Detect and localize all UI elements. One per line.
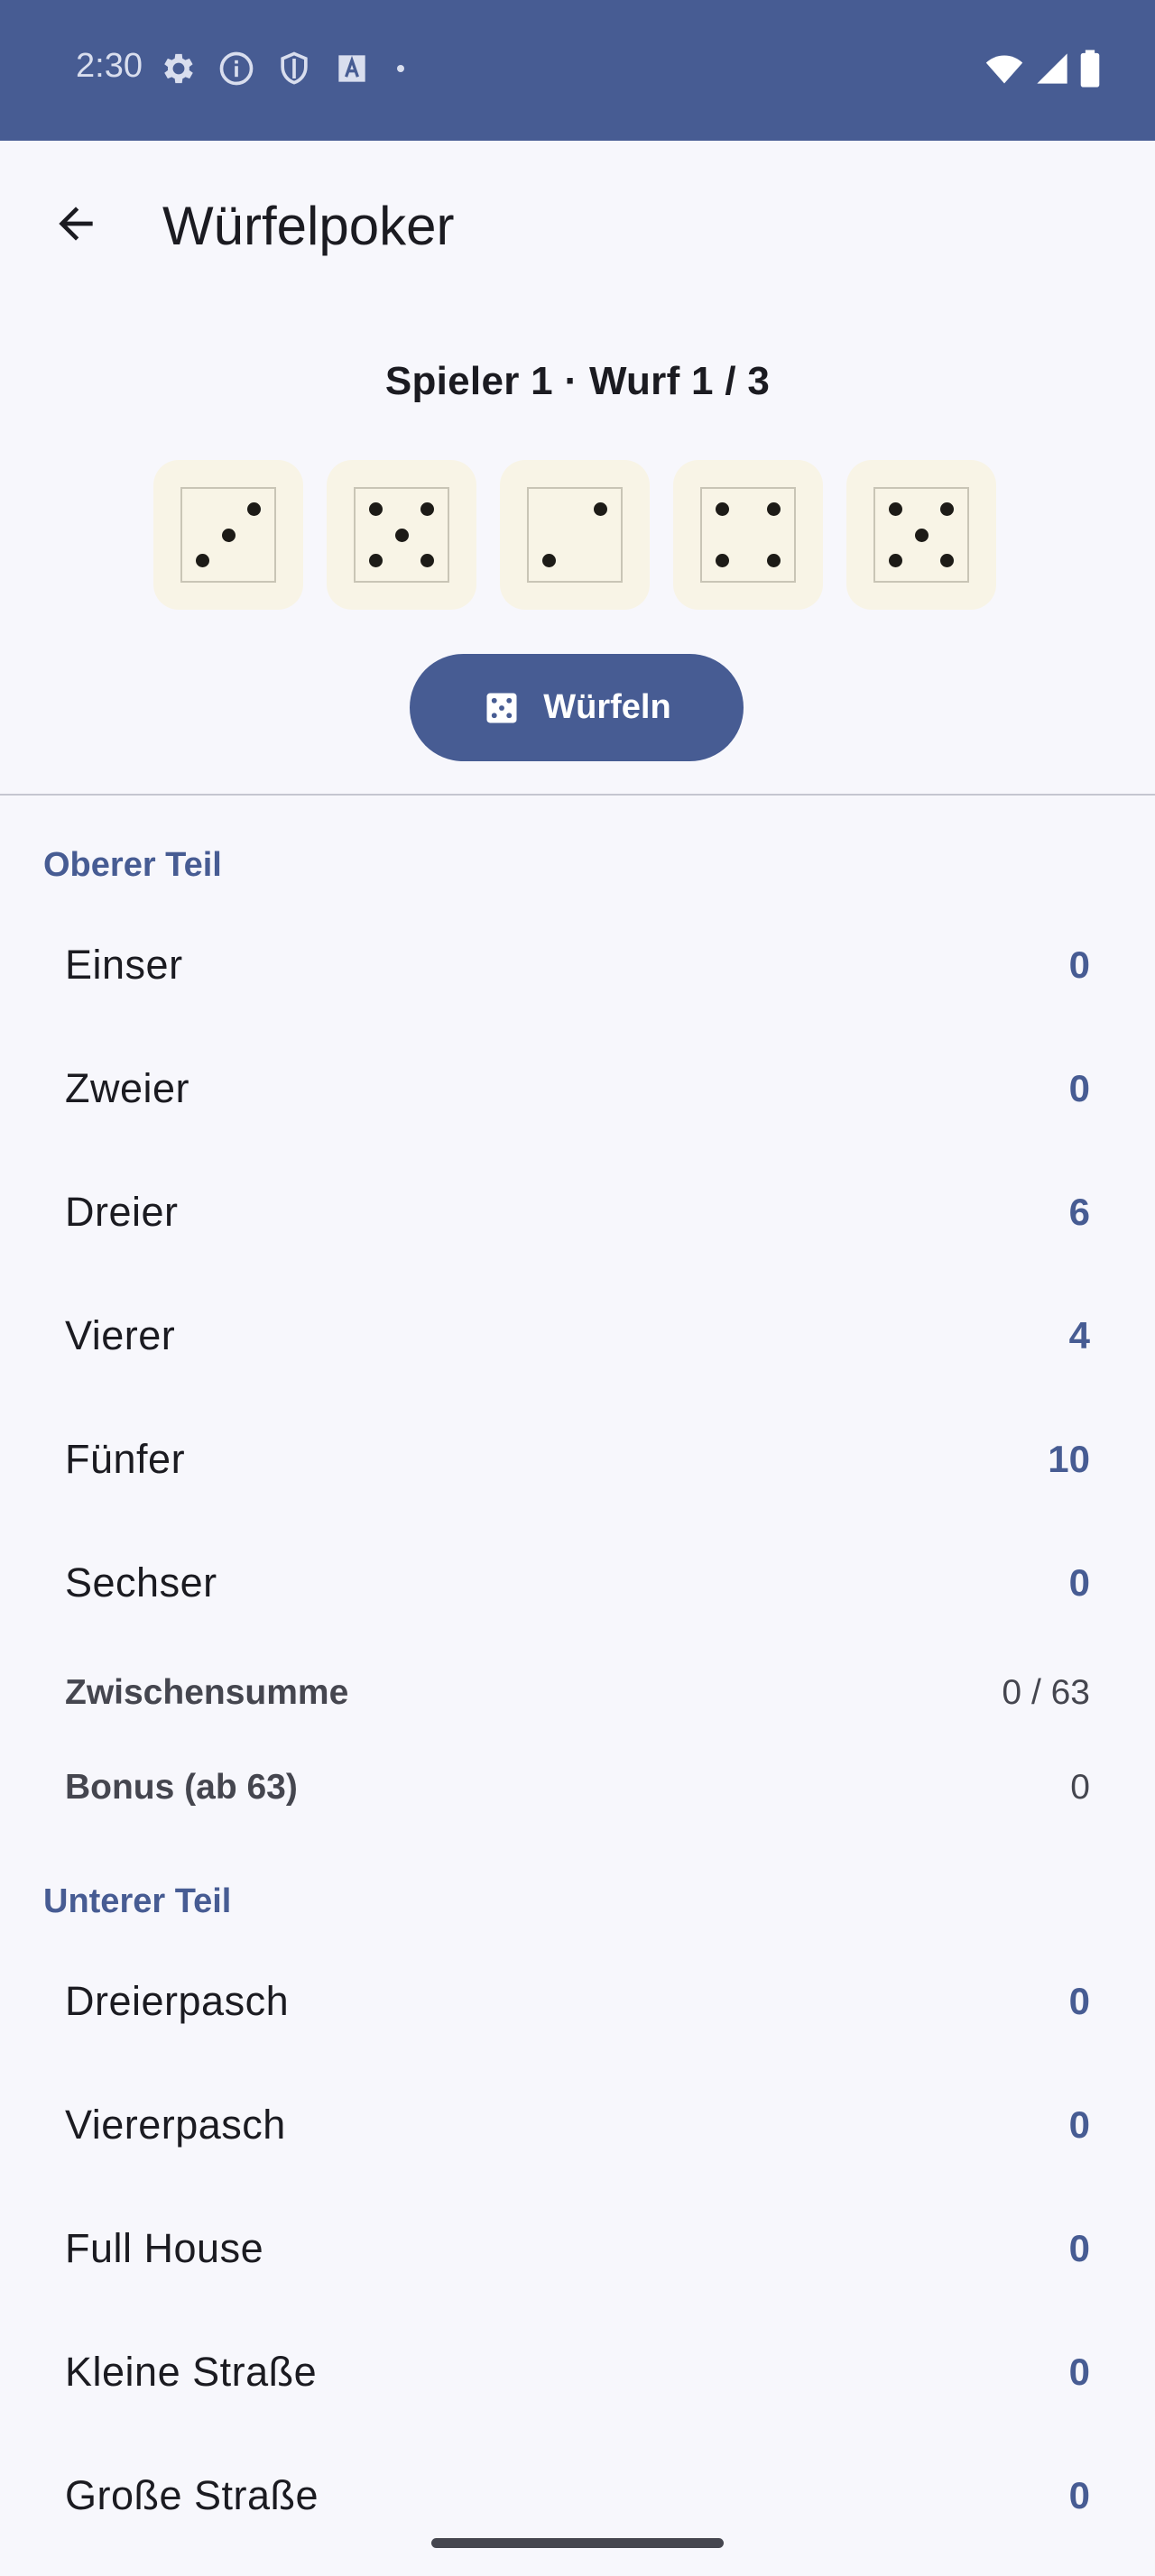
die-pip xyxy=(221,528,236,542)
row-value: 0 xyxy=(1068,943,1090,986)
row-label: Dreierpasch xyxy=(65,1978,290,2024)
die-4[interactable] xyxy=(673,460,823,610)
row-value: 0 xyxy=(1068,1561,1090,1604)
score-row-dreier[interactable]: Dreier 6 xyxy=(65,1163,1090,1262)
row-value: 0 xyxy=(1068,2351,1090,2393)
row-value: 0 xyxy=(1068,2227,1090,2269)
gear-icon xyxy=(164,53,193,84)
roll-dice-button[interactable]: Würfeln xyxy=(410,654,744,761)
subtotal-value: 0 / 63 xyxy=(1002,1673,1090,1712)
status-time: 2:30 xyxy=(76,47,143,85)
row-value: 0 xyxy=(1068,2103,1090,2146)
die-1[interactable] xyxy=(153,460,303,610)
die-face xyxy=(180,487,276,583)
score-row-vierer[interactable]: Vierer 4 xyxy=(65,1286,1090,1385)
die-pip xyxy=(767,554,781,568)
row-value: 10 xyxy=(1048,1438,1090,1480)
row-label: Dreier xyxy=(65,1189,179,1235)
score-row-sechser[interactable]: Sechser 0 xyxy=(65,1533,1090,1633)
row-label: Full House xyxy=(65,2225,264,2271)
row-value: 4 xyxy=(1068,1314,1090,1357)
dice-icon xyxy=(486,693,517,722)
die-5[interactable] xyxy=(846,460,996,610)
row-label: Fünfer xyxy=(65,1436,186,1482)
status-icons xyxy=(159,49,411,88)
bonus-label: Bonus (ab 63) xyxy=(65,1768,298,1807)
score-row-zweier[interactable]: Zweier 0 xyxy=(65,1039,1090,1138)
roll-button-label: Würfeln xyxy=(543,688,671,726)
die-pip xyxy=(420,554,435,568)
divider xyxy=(0,794,1155,796)
signal-icon xyxy=(1037,53,1067,84)
score-row-viererpasch[interactable]: Viererpasch 0 xyxy=(65,2075,1090,2175)
die-pip xyxy=(914,528,929,542)
bonus-value: 0 xyxy=(1070,1768,1090,1807)
dice-row xyxy=(153,460,996,610)
app-bar: Würfelpoker xyxy=(0,141,1155,317)
section-title-lower: Unterer Teil xyxy=(43,1882,232,1920)
battery-icon xyxy=(1080,50,1100,87)
die-pip xyxy=(247,501,262,516)
die-pip xyxy=(541,554,556,568)
arrow-back-icon xyxy=(59,207,93,241)
die-pip xyxy=(888,554,902,568)
status-right xyxy=(984,49,1101,88)
row-label: Viererpasch xyxy=(65,2102,286,2148)
font-a-icon xyxy=(338,55,365,82)
row-label: Kleine Straße xyxy=(65,2349,318,2395)
row-value: 6 xyxy=(1068,1191,1090,1233)
die-face xyxy=(527,487,623,583)
die-pip xyxy=(195,554,209,568)
wifi-icon xyxy=(985,55,1023,84)
score-row-grosse-strasse[interactable]: Große Straße 0 xyxy=(65,2446,1090,2545)
score-row-kleine-strasse[interactable]: Kleine Straße 0 xyxy=(65,2323,1090,2422)
die-pip xyxy=(594,501,608,516)
die-face xyxy=(354,487,449,583)
row-label: Zweier xyxy=(65,1065,190,1111)
die-3[interactable] xyxy=(500,460,650,610)
subtotal-label: Zwischensumme xyxy=(65,1673,349,1712)
back-button[interactable] xyxy=(38,186,114,262)
die-pip xyxy=(888,501,902,516)
die-pip xyxy=(767,501,781,516)
bonus-row: Bonus (ab 63) 0 xyxy=(65,1756,1090,1819)
die-2[interactable] xyxy=(327,460,476,610)
subtotal-row: Zwischensumme 0 / 63 xyxy=(65,1661,1090,1725)
score-row-einser[interactable]: Einser 0 xyxy=(65,915,1090,1015)
dot-icon xyxy=(397,65,404,72)
row-value: 0 xyxy=(1068,1980,1090,2022)
row-label: Große Straße xyxy=(65,2472,319,2518)
die-pip xyxy=(394,528,409,542)
die-pip xyxy=(368,554,383,568)
row-label: Vierer xyxy=(65,1312,176,1358)
status-bar: 2:30 xyxy=(0,0,1155,141)
die-pip xyxy=(940,501,955,516)
row-value: 0 xyxy=(1068,1067,1090,1109)
die-pip xyxy=(715,554,729,568)
die-face xyxy=(873,487,969,583)
page-title: Würfelpoker xyxy=(162,196,455,256)
score-row-fuenfer[interactable]: Fünfer 10 xyxy=(65,1410,1090,1509)
row-label: Sechser xyxy=(65,1559,217,1605)
die-face xyxy=(700,487,796,583)
home-indicator[interactable] xyxy=(431,2538,724,2548)
shield-icon xyxy=(281,51,308,85)
section-title-upper: Oberer Teil xyxy=(43,846,222,884)
score-row-dreierpasch[interactable]: Dreierpasch 0 xyxy=(65,1952,1090,2051)
row-label: Einser xyxy=(65,942,183,988)
die-pip xyxy=(368,501,383,516)
player-turn-info: Spieler 1 · Wurf 1 / 3 xyxy=(384,359,771,403)
die-pip xyxy=(420,501,435,516)
die-pip xyxy=(940,554,955,568)
score-row-full-house[interactable]: Full House 0 xyxy=(65,2199,1090,2298)
row-value: 0 xyxy=(1068,2474,1090,2516)
die-pip xyxy=(715,501,729,516)
info-icon xyxy=(219,51,254,86)
